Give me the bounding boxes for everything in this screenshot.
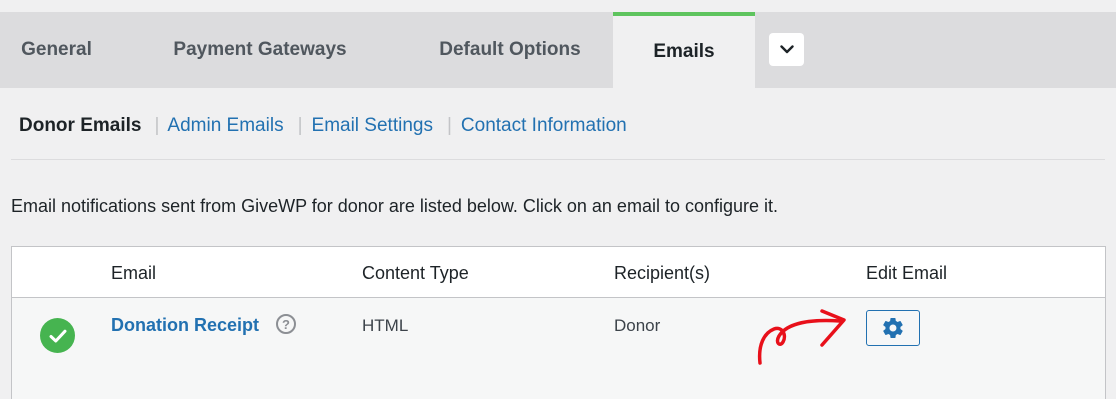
tab-default-options[interactable]: Default Options bbox=[407, 12, 613, 88]
more-tabs-button[interactable] bbox=[769, 33, 804, 66]
gear-icon bbox=[883, 317, 903, 339]
settings-tab-bar: General Payment Gateways Default Options… bbox=[0, 12, 1116, 88]
chevron-down-icon bbox=[779, 45, 794, 54]
edit-email-button[interactable] bbox=[866, 310, 920, 346]
column-header-content-type: Content Type bbox=[362, 263, 469, 283]
subnav-email-settings[interactable]: Email Settings bbox=[312, 115, 433, 137]
column-header-edit-email: Edit Email bbox=[866, 263, 948, 283]
tab-emails[interactable]: Emails bbox=[613, 12, 755, 88]
column-header-email: Email bbox=[111, 263, 157, 283]
subnav-contact-information[interactable]: Contact Information bbox=[461, 115, 627, 137]
subnav-admin-emails[interactable]: Admin Emails bbox=[167, 115, 283, 137]
table-row: Donation Receipt ? HTML Donor bbox=[12, 298, 1105, 399]
table-header: Email Content Type Recipient(s) Edit Ema… bbox=[12, 247, 1105, 298]
red-arrow-icon bbox=[757, 309, 846, 365]
subnav-donor-emails[interactable]: Donor Emails bbox=[19, 115, 141, 137]
recipients-value: Donor bbox=[614, 316, 661, 335]
subnav-separator: | bbox=[446, 115, 452, 136]
email-subnav: Donor Emails | Admin Emails | Email Sett… bbox=[19, 112, 627, 140]
tab-payment-gateways[interactable]: Payment Gateways bbox=[113, 12, 407, 88]
subnav-separator: | bbox=[297, 115, 303, 136]
intro-text: Email notifications sent from GiveWP for… bbox=[11, 196, 779, 216]
subnav-separator: | bbox=[154, 115, 160, 136]
content-type-value: HTML bbox=[362, 316, 409, 335]
settings-page: General Payment Gateways Default Options… bbox=[0, 0, 1116, 399]
section-divider bbox=[11, 159, 1105, 160]
tab-general[interactable]: General bbox=[0, 12, 113, 88]
column-header-recipients: Recipient(s) bbox=[614, 263, 711, 283]
email-link-donation-receipt[interactable]: Donation Receipt bbox=[111, 315, 259, 336]
donor-emails-table: Email Content Type Recipient(s) Edit Ema… bbox=[11, 246, 1106, 399]
check-circle-icon bbox=[40, 318, 75, 353]
question-circle-icon[interactable]: ? bbox=[276, 314, 296, 334]
